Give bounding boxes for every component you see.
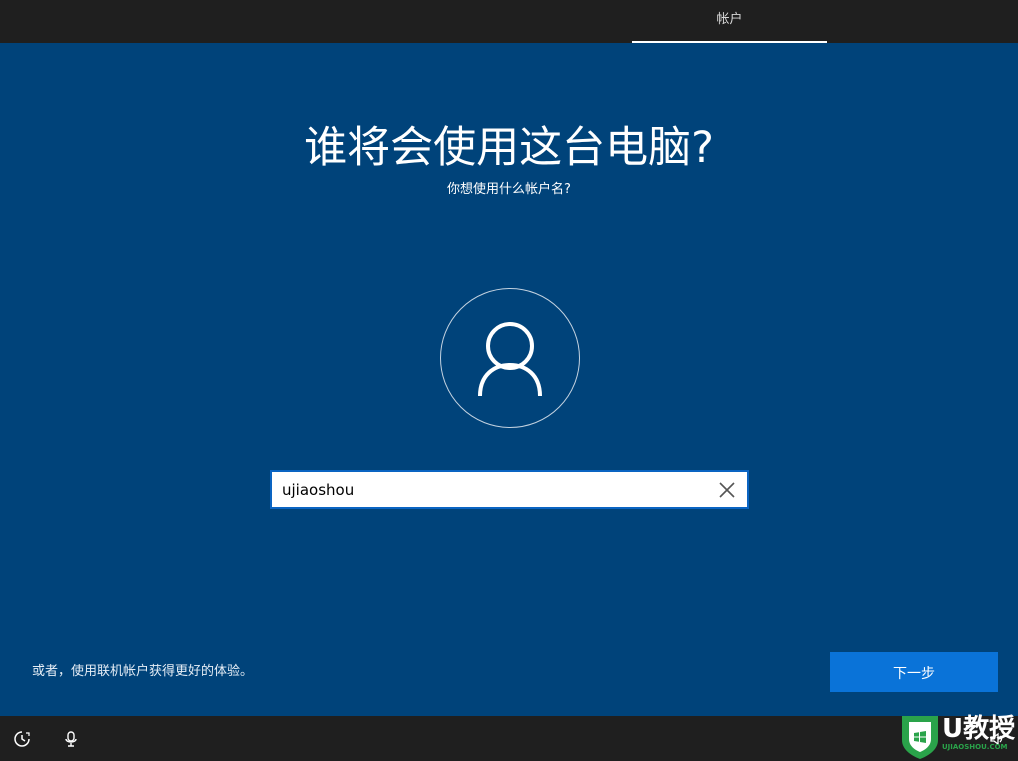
avatar [440, 288, 580, 428]
next-button[interactable]: 下一步 [830, 652, 998, 692]
username-input[interactable] [272, 472, 712, 507]
microphone-button[interactable] [62, 730, 80, 748]
watermark-logo: U教授 UJIAOSHOU.COM [900, 712, 1018, 761]
close-icon [719, 482, 735, 498]
top-bar: 帐户 [0, 0, 1018, 43]
brand-main: U教授 [942, 714, 1016, 744]
page-subtitle: 你想使用什么帐户名? [447, 182, 571, 197]
microphone-icon [65, 731, 77, 747]
username-field[interactable] [270, 470, 749, 509]
brand-sub: UJIAOSHOU.COM [942, 743, 1008, 751]
user-icon [478, 322, 542, 397]
page-title: 谁将会使用这台电脑? [304, 123, 714, 173]
shield-logo-icon [902, 716, 938, 759]
clear-button[interactable] [715, 478, 739, 502]
ease-of-access-icon [14, 731, 30, 747]
online-account-link[interactable]: 或者，使用联机帐户获得更好的体验。 [32, 663, 253, 681]
tab-account[interactable]: 帐户 [632, 0, 827, 43]
bottom-bar [0, 716, 1018, 761]
account-setup-panel: 谁将会使用这台电脑? 你想使用什么帐户名? 或者，使用联机帐户获得更好的体验。 … [0, 43, 1018, 716]
ease-of-access-button[interactable] [13, 730, 31, 748]
